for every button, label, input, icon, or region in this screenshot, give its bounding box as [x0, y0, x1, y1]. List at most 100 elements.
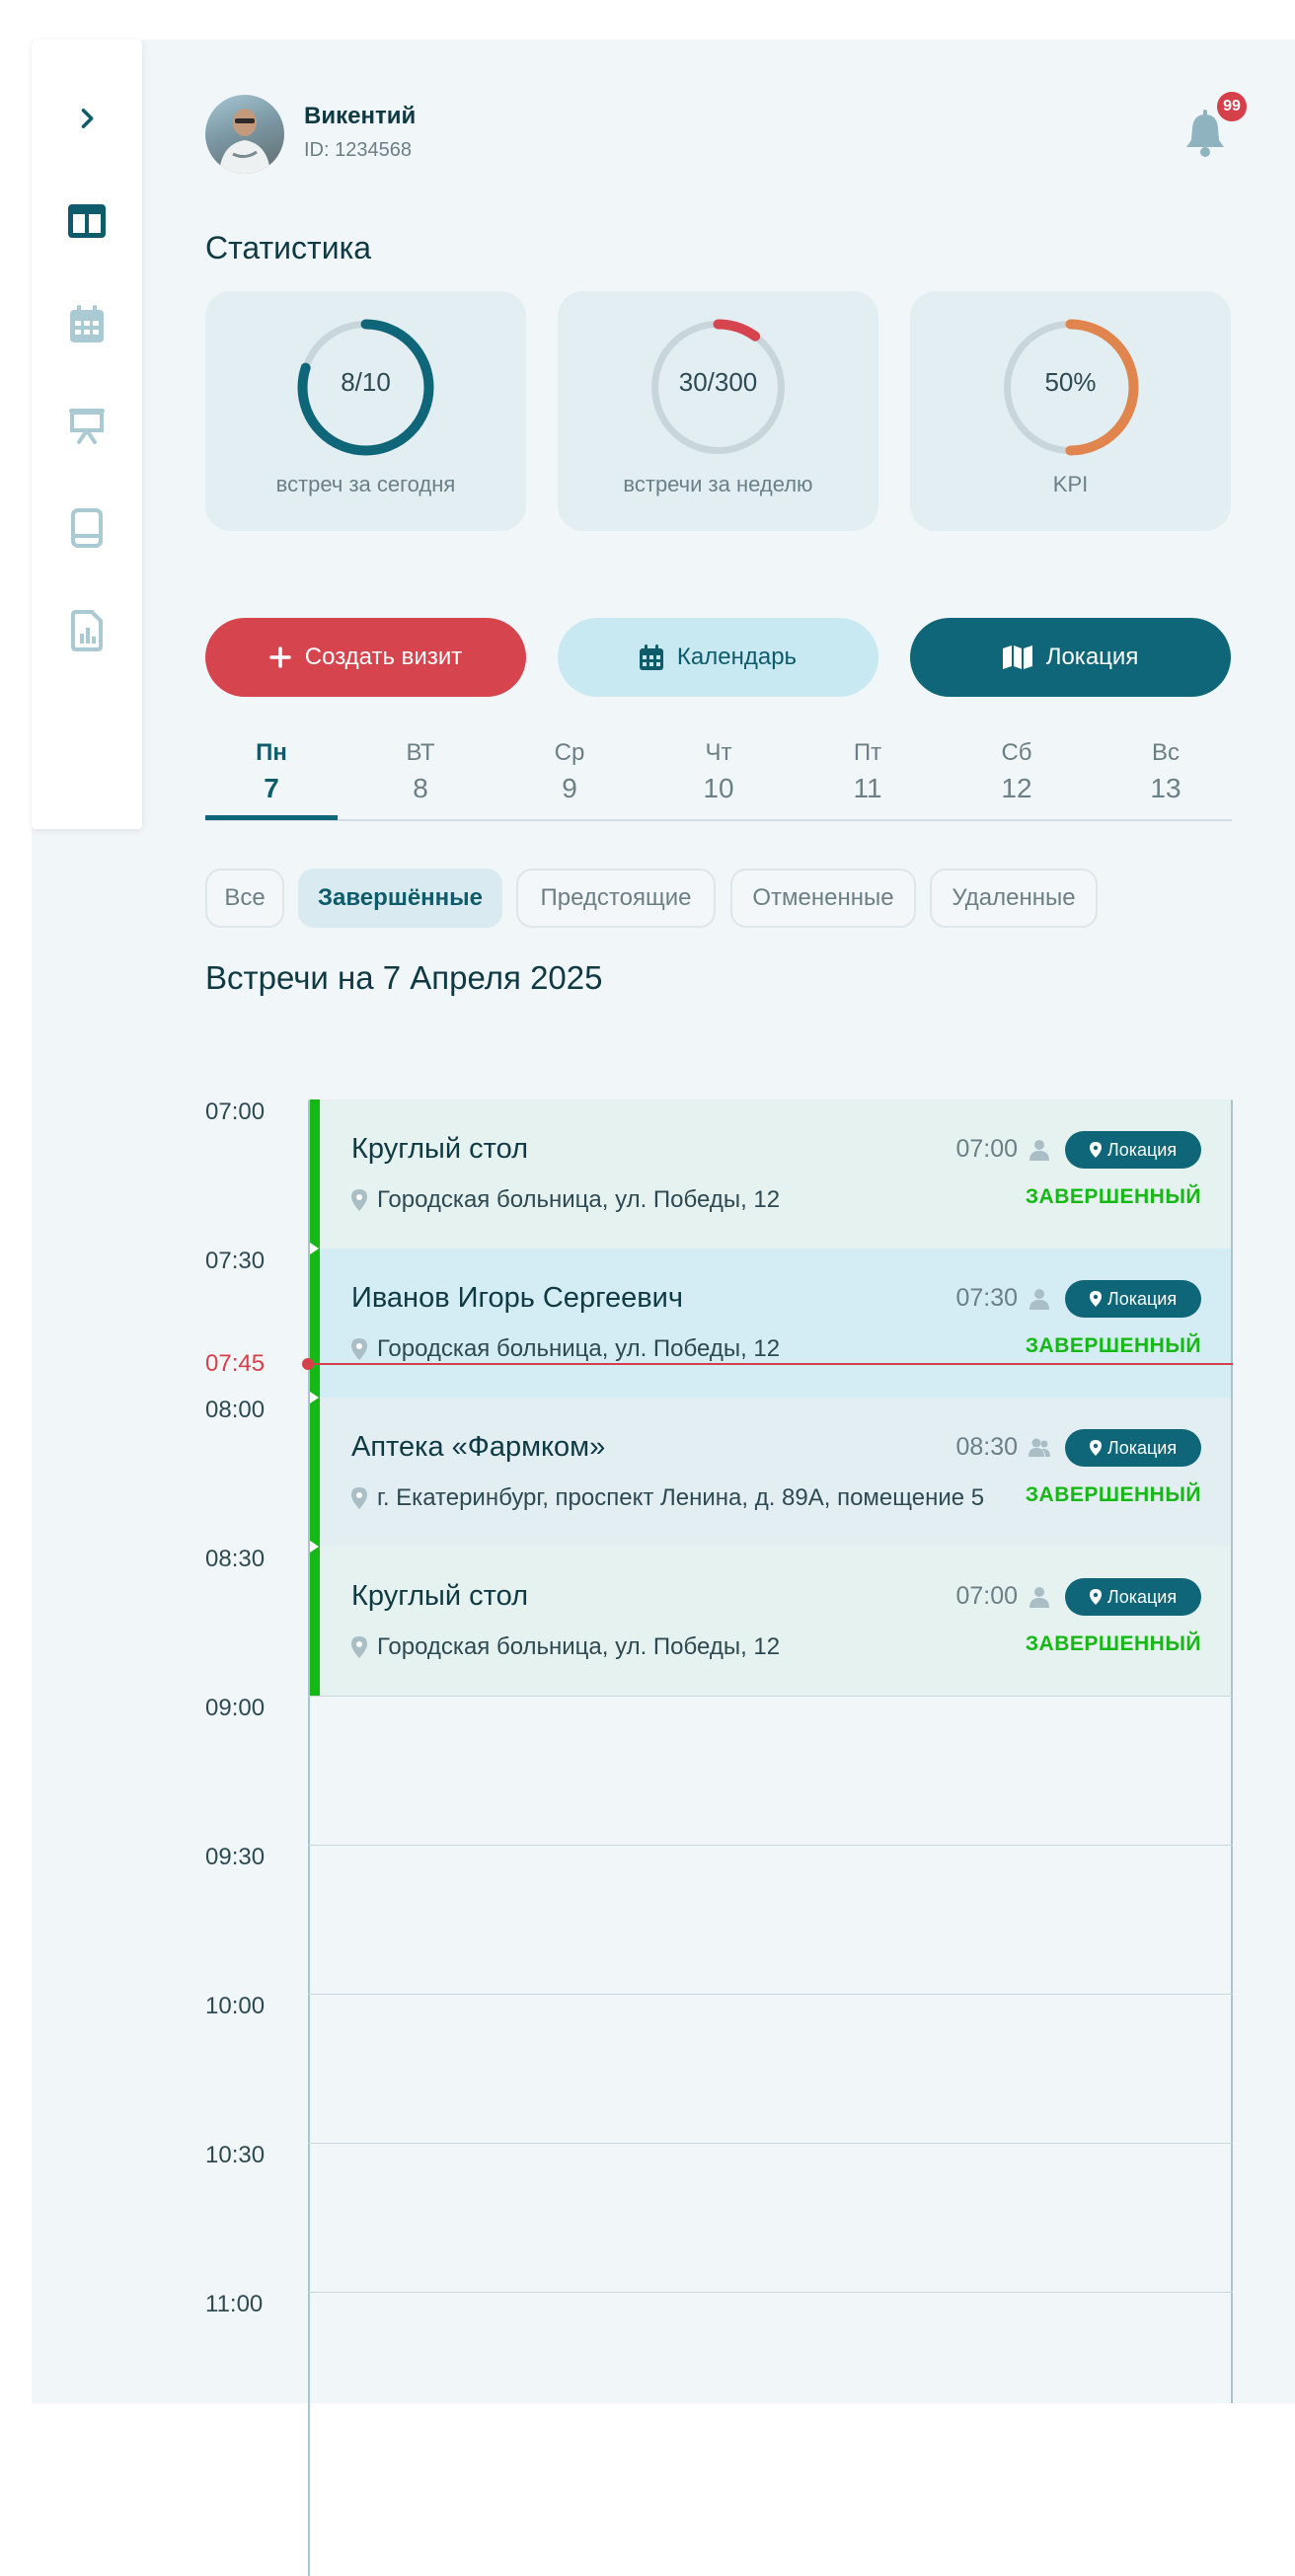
- event-card[interactable]: Аптека «Фармком» г. Екатеринбург, проспе…: [310, 1392, 1231, 1547]
- sidebar-expand-button[interactable]: [63, 95, 111, 142]
- map-pin-icon: [351, 1487, 367, 1509]
- dashboard-icon: [68, 204, 106, 238]
- time-label: 10:00: [205, 1993, 266, 2019]
- event-location-label: Локация: [1106, 1288, 1178, 1309]
- event-address: г. Екатеринбург, проспект Ленина, д. 89А…: [351, 1484, 984, 1512]
- event-status: ЗАВЕРШЕННЫЙ: [1025, 1185, 1201, 1208]
- stat-label: встреч за сегодня: [275, 472, 456, 496]
- day-tab-tue[interactable]: ВТ 8: [354, 736, 487, 807]
- day-name: Пн: [256, 739, 287, 766]
- stat-card-kpi: 50% KPI: [910, 291, 1231, 531]
- sidebar-item-reports[interactable]: [63, 607, 111, 654]
- grid-line: [308, 2143, 1233, 2144]
- filter-cancelled[interactable]: Отмененные: [730, 869, 916, 928]
- event-card[interactable]: Круглый стол Городская больница, ул. Поб…: [310, 1099, 1231, 1249]
- calendar-button[interactable]: Календарь: [558, 618, 878, 697]
- calendar-icon: [70, 305, 104, 342]
- stat-value: 8/10: [341, 367, 391, 397]
- stat-card-week: 30/300 встречи за неделю: [558, 291, 878, 531]
- time-label: 07:00: [205, 1099, 266, 1125]
- notification-badge: 99: [1215, 90, 1249, 123]
- event-address-text: г. Екатеринбург, проспект Ленина, д. 89А…: [377, 1484, 985, 1511]
- event-card[interactable]: Круглый стол Городская больница, ул. Поб…: [310, 1541, 1231, 1696]
- map-pin-icon: [351, 1636, 367, 1658]
- day-name: ВТ: [406, 739, 435, 766]
- day-tab-thu[interactable]: Чт 10: [652, 736, 785, 807]
- event-location-button[interactable]: Локация: [1065, 1429, 1201, 1467]
- event-time: 07:00: [955, 1135, 1018, 1163]
- day-tab-sat[interactable]: Сб 12: [951, 736, 1083, 807]
- event-address: Городская больница, ул. Победы, 12: [351, 1186, 780, 1214]
- event-location-button[interactable]: Локация: [1065, 1578, 1201, 1616]
- day-number: 10: [703, 773, 734, 803]
- current-time-dot: [302, 1358, 314, 1370]
- time-label: 11:00: [205, 2291, 264, 2317]
- person-icon: [1029, 1289, 1049, 1310]
- chevron-right-icon: [81, 109, 94, 128]
- day-number: 8: [413, 773, 428, 803]
- day-name: Чт: [705, 739, 732, 766]
- presentation-icon: [69, 409, 105, 444]
- sidebar-item-presentations[interactable]: [63, 402, 111, 449]
- sidebar-item-library[interactable]: [63, 504, 111, 552]
- book-icon: [71, 508, 103, 548]
- current-time-line: [308, 1363, 1233, 1365]
- filter-completed[interactable]: Завершённые: [298, 869, 502, 928]
- event-title: Круглый стол: [351, 1580, 529, 1612]
- event-connector-marker: [310, 1243, 319, 1254]
- avatar[interactable]: [205, 95, 284, 174]
- map-pin-icon: [1089, 1440, 1102, 1456]
- event-location-label: Локация: [1106, 1139, 1178, 1160]
- group-icon: [1028, 1438, 1050, 1457]
- day-number: 13: [1150, 773, 1181, 803]
- filter-deleted[interactable]: Удаленные: [930, 869, 1098, 928]
- filter-upcoming[interactable]: Предстоящие: [516, 869, 716, 928]
- day-name: Сб: [1001, 739, 1032, 766]
- grid-line: [308, 2292, 1233, 2293]
- event-location-button[interactable]: Локация: [1065, 1131, 1201, 1169]
- event-title: Иванов Игорь Сергеевич: [351, 1282, 683, 1314]
- grid-line: [308, 1696, 1233, 1697]
- event-address-text: Городская больница, ул. Победы, 12: [377, 1335, 781, 1362]
- report-chart-icon: [71, 610, 103, 651]
- event-location-button[interactable]: Локация: [1065, 1280, 1201, 1318]
- day-tab-mon[interactable]: Пн 7: [205, 736, 338, 807]
- day-name: Вс: [1151, 739, 1180, 766]
- event-time: 07:00: [955, 1582, 1018, 1610]
- map-pin-icon: [351, 1189, 367, 1211]
- day-tab-wed[interactable]: Ср 9: [503, 736, 636, 807]
- event-title: Аптека «Фармком»: [351, 1431, 606, 1463]
- meetings-title: Встречи на 7 Апреля 2025: [205, 959, 603, 996]
- create-visit-button[interactable]: Создать визит: [205, 618, 526, 697]
- time-label: 09:30: [205, 1844, 266, 1870]
- event-connector-marker: [310, 1392, 319, 1403]
- calendar-icon: [639, 644, 663, 670]
- day-tab-sun[interactable]: Вс 13: [1100, 736, 1232, 807]
- filter-all[interactable]: Все: [205, 869, 284, 928]
- event-status: ЗАВЕРШЕННЫЙ: [1025, 1334, 1201, 1357]
- day-tab-fri[interactable]: Пт 11: [801, 736, 934, 807]
- event-address: Городская больница, ул. Победы, 12: [351, 1335, 780, 1363]
- location-button[interactable]: Локация: [910, 618, 1231, 697]
- stat-value: 30/300: [678, 367, 758, 397]
- grid-line: [308, 1994, 1233, 1995]
- stats-title: Статистика: [205, 230, 372, 265]
- day-name: Пт: [853, 739, 882, 766]
- event-card[interactable]: Иванов Игорь Сергеевич Городская больниц…: [310, 1243, 1231, 1398]
- event-time: 07:30: [955, 1284, 1018, 1312]
- user-id: ID: 1234568: [304, 139, 412, 161]
- plus-icon: [269, 646, 291, 668]
- current-time-label: 07:45: [205, 1350, 266, 1377]
- calendar-label: Календарь: [676, 644, 798, 670]
- sidebar-item-calendar[interactable]: [63, 300, 111, 347]
- sidebar: [32, 39, 142, 829]
- day-number: 12: [1001, 773, 1032, 803]
- sidebar-item-dashboard[interactable]: [63, 197, 111, 245]
- day-number: 11: [853, 773, 882, 803]
- map-pin-icon: [351, 1338, 367, 1360]
- day-number: 9: [562, 773, 577, 803]
- week-selector: Пн 7 ВТ 8 Ср 9 Чт 10 Пт 11 Сб 12 Вс 13: [205, 736, 1232, 821]
- day-number: 7: [264, 773, 279, 803]
- event-connector-marker: [310, 1541, 319, 1553]
- map-pin-icon: [1089, 1142, 1102, 1158]
